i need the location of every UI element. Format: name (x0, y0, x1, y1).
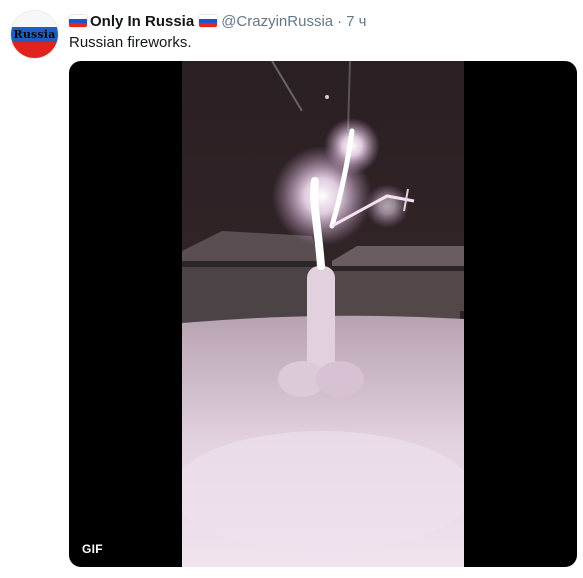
gif-media[interactable]: GIF (69, 61, 577, 567)
gif-badge[interactable]: GIF (77, 539, 108, 559)
russia-flag-icon (69, 15, 87, 27)
tweet[interactable]: Russia Only In Russia @CrazyinRussia · 7… (0, 0, 583, 578)
avatar-logo-text: Russia (13, 28, 56, 41)
fireworks-scene (182, 61, 464, 567)
separator-dot: · (337, 12, 343, 30)
gif-frame-image (182, 61, 464, 567)
tweet-header: Only In Russia @CrazyinRussia · 7 ч (69, 11, 366, 31)
display-name[interactable]: Only In Russia (90, 13, 194, 30)
tweet-text: Russian fireworks. (69, 34, 192, 51)
user-handle[interactable]: @CrazyinRussia (221, 13, 333, 30)
timestamp[interactable]: 7 ч (346, 13, 366, 30)
russia-flag-icon (199, 15, 218, 27)
avatar[interactable]: Russia (10, 10, 59, 59)
